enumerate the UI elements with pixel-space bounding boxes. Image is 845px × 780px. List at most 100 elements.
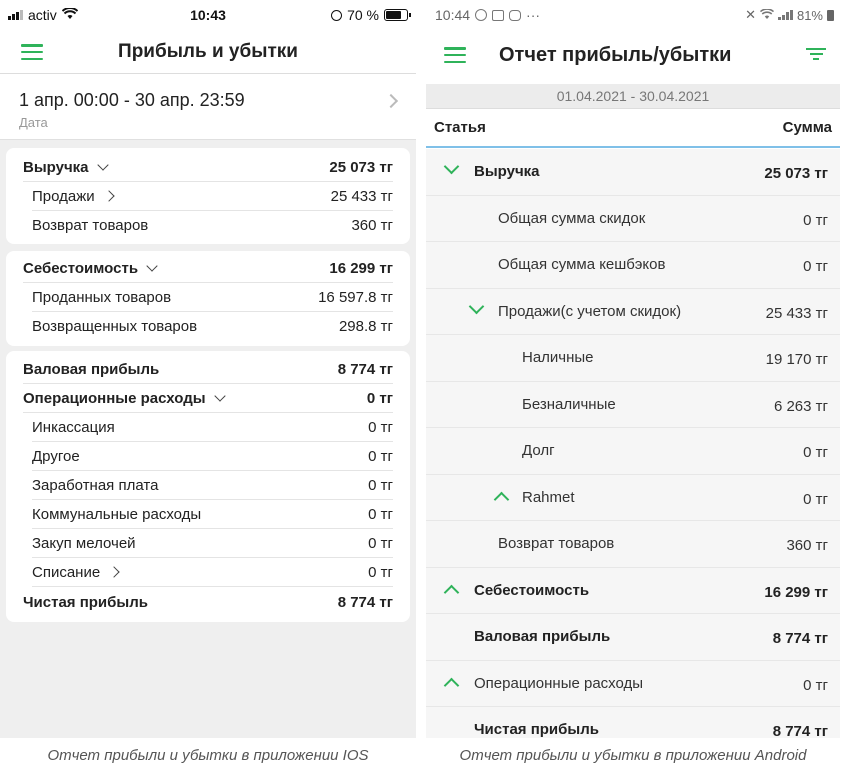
chevron-right-icon xyxy=(108,566,120,578)
more-notifications: ··· xyxy=(526,7,541,23)
menu-icon[interactable] xyxy=(444,47,466,64)
returned-goods-row: Возвращенных товаров 298.8 тг xyxy=(32,312,393,341)
opex-item-value: 0 тг xyxy=(368,447,393,465)
sales-row[interactable]: Продажи 25 433 тг xyxy=(32,182,393,211)
row-label: Rahmet xyxy=(522,488,575,506)
sales-label: Продажи xyxy=(32,187,95,205)
cost-card: Себестоимость 16 299 тг Проданных товаро… xyxy=(6,251,410,346)
chevron-right-icon xyxy=(102,190,115,202)
sold-goods-label: Проданных товаров xyxy=(32,288,172,306)
chevron-up-icon xyxy=(443,584,460,600)
revenue-card: Выручка 25 073 тг Продажи 25 433 тг Возв… xyxy=(6,148,410,244)
row-label: Наличные xyxy=(522,349,594,366)
column-item: Статья xyxy=(434,119,486,136)
row-value: 0 тг xyxy=(803,211,828,229)
opex-item-value: 0 тг xyxy=(368,563,393,581)
row-value: 19 170 тг xyxy=(765,351,828,368)
opex-item-value: 0 тг xyxy=(368,505,393,523)
table-row[interactable]: Продажи(с учетом скидок) 25 433 тг xyxy=(426,288,840,335)
ios-status-bar: activ 10:43 70 % xyxy=(0,0,416,30)
returned-goods-label: Возвращенных товаров xyxy=(32,318,198,335)
returns-value: 360 тг xyxy=(351,217,393,234)
mute-icon: ✕ xyxy=(745,7,756,22)
chevron-down-icon xyxy=(468,298,485,314)
battery-percent: 81% xyxy=(796,7,823,23)
cost-row[interactable]: Себестоимость 16 299 тг xyxy=(23,254,393,283)
row-value: 360 тг xyxy=(786,537,828,554)
chevron-down-icon xyxy=(213,389,226,402)
date-label: Дата xyxy=(19,115,48,130)
table-row[interactable]: Выручка 25 073 тг xyxy=(426,149,840,196)
revenue-row[interactable]: Выручка 25 073 тг xyxy=(23,153,393,182)
opex-value: 0 тг xyxy=(366,389,393,407)
orientation-lock-icon xyxy=(331,9,343,21)
row-value: 8 774 тг xyxy=(772,630,828,647)
table-row[interactable]: Операционные расходы 0 тг xyxy=(426,660,840,707)
opex-row[interactable]: Операционные расходы 0 тг xyxy=(23,384,393,413)
period-label: 01.04.2021 - 30.04.2021 xyxy=(426,84,840,109)
table-row[interactable]: Себестоимость 16 299 тг xyxy=(426,567,840,614)
row-label: Возврат товаров xyxy=(498,535,615,552)
row-value: 0 тг xyxy=(803,490,828,508)
chevron-up-icon xyxy=(493,491,510,507)
date-range: 1 апр. 00:00 - 30 апр. 23:59 xyxy=(19,90,245,110)
opex-item-label: Инкассация xyxy=(32,418,115,436)
revenue-value: 25 073 тг xyxy=(329,158,393,176)
android-clock: 10:44 xyxy=(435,7,471,23)
signal-icon xyxy=(777,10,793,20)
opex-item-label: Закуп мелочей xyxy=(32,534,136,552)
opex-item-label: Коммунальные расходы xyxy=(32,505,202,523)
row-value: 16 299 тг xyxy=(764,583,828,601)
list-item: Коммунальные расходы 0 тг xyxy=(32,500,393,529)
page-title: Прибыль и убытки xyxy=(118,41,298,62)
net-row: Чистая прибыль 8 774 тг xyxy=(23,588,393,617)
row-value: 0 тг xyxy=(803,676,828,694)
write-off-row[interactable]: Списание 0 тг xyxy=(32,558,393,587)
revenue-label: Выручка xyxy=(23,158,89,176)
chevron-down-icon xyxy=(443,158,460,175)
gross-value: 8 774 тг xyxy=(337,360,393,378)
opex-item-label: Другое xyxy=(32,447,80,465)
android-status-bar: 10:44 ··· ✕ 81% xyxy=(426,0,840,30)
row-label: Безналичные xyxy=(522,395,616,413)
list-item: Заработная плата 0 тг xyxy=(32,471,393,500)
column-sum: Сумма xyxy=(782,119,832,136)
whatsapp-icon xyxy=(475,9,488,21)
net-value: 8 774 тг xyxy=(337,594,393,611)
sold-goods-value: 16 597.8 тг xyxy=(318,288,393,306)
cost-label: Себестоимость xyxy=(23,259,139,277)
row-label: Валовая прибыль xyxy=(474,628,611,645)
table-row: Валовая прибыль 8 774 тг xyxy=(426,614,840,661)
list-item: Другое 0 тг xyxy=(32,442,393,471)
chevron-right-icon xyxy=(383,93,399,109)
table-row: Общая сумма скидок 0 тг xyxy=(426,195,840,242)
profit-card: Валовая прибыль 8 774 тг Операционные ра… xyxy=(6,351,410,622)
ios-nav-bar: Прибыль и убытки xyxy=(0,30,416,74)
opex-item-label: Списание xyxy=(32,563,101,581)
row-label: Себестоимость xyxy=(474,581,590,599)
row-label: Долг xyxy=(522,442,555,459)
row-value: 6 263 тг xyxy=(773,397,828,415)
android-screen: 10:44 ··· ✕ 81% Отчет прибыль/убытки 01.… xyxy=(426,0,840,738)
page-title: Отчет прибыль/убытки xyxy=(499,44,732,66)
table-row[interactable]: Rahmet 0 тг xyxy=(426,474,840,521)
returns-row: Возврат товаров 360 тг xyxy=(32,211,393,240)
android-caption: Отчет прибыли и убытки в приложении Andr… xyxy=(459,747,807,764)
table-row: Чистая прибыль 8 774 тг xyxy=(426,707,840,738)
row-value: 0 тг xyxy=(803,444,828,461)
filter-icon[interactable] xyxy=(806,48,826,62)
row-label: Выручка xyxy=(474,163,540,180)
battery-percent: 70 % xyxy=(347,7,379,23)
net-label: Чистая прибыль xyxy=(23,594,148,611)
android-toolbar: Отчет прибыль/убытки xyxy=(426,30,840,82)
gross-label: Валовая прибыль xyxy=(23,360,160,378)
battery-icon xyxy=(384,9,411,21)
row-label: Чистая прибыль xyxy=(474,721,599,738)
row-label: Операционные расходы xyxy=(474,674,644,692)
opex-item-label: Заработная плата xyxy=(32,476,159,494)
wifi-icon xyxy=(759,7,775,23)
row-value: 0 тг xyxy=(803,258,828,275)
date-selector[interactable]: 1 апр. 00:00 - 30 апр. 23:59 Дата xyxy=(0,74,416,140)
ios-caption: Отчет прибыли и убытки в приложении IOS xyxy=(47,747,369,764)
gallery-icon xyxy=(492,9,505,21)
